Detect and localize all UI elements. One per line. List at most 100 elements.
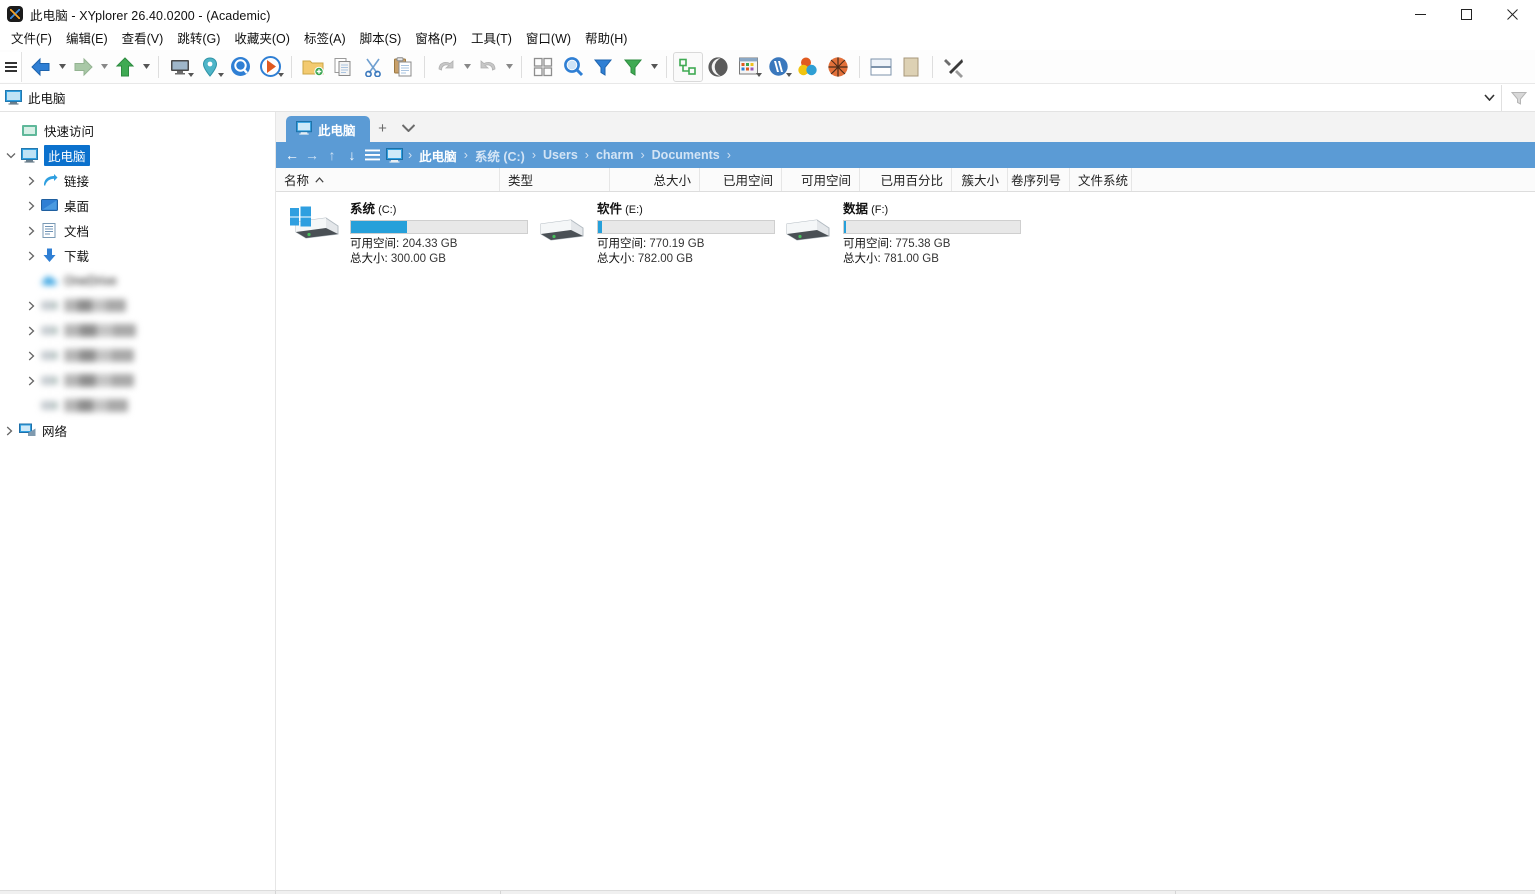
search-magnifier-icon[interactable] bbox=[225, 52, 255, 82]
drive-item[interactable]: 软件 (E:) 可用空间: 770.19 GB 总大小: 782.00 GB bbox=[533, 196, 775, 267]
column-header-9[interactable]: 文件系统 bbox=[1070, 168, 1132, 191]
breadcrumb-part-1[interactable]: 此电脑 bbox=[414, 144, 462, 167]
menu-help[interactable]: 帮助(H) bbox=[578, 28, 634, 50]
chevron-right-icon[interactable] bbox=[22, 368, 40, 393]
back-arrow-icon[interactable]: ← bbox=[282, 143, 302, 167]
tree-item-desktop[interactable]: 桌面 bbox=[0, 193, 275, 218]
column-header-4[interactable]: 已用空间 bbox=[700, 168, 782, 191]
dual-pane-icon[interactable] bbox=[866, 52, 896, 82]
tag-dropdown-caret-icon[interactable] bbox=[786, 66, 792, 80]
tree-item-redacted-2[interactable] bbox=[0, 318, 275, 343]
dark-mode-moon-icon[interactable] bbox=[703, 52, 733, 82]
forward-arrow-icon[interactable]: → bbox=[302, 143, 322, 167]
undo-icon[interactable] bbox=[431, 52, 461, 82]
forward-arrow-icon[interactable] bbox=[68, 52, 98, 82]
new-tab-button[interactable]: + bbox=[370, 114, 396, 142]
filter-funnel-icon[interactable] bbox=[1501, 84, 1535, 111]
tab-this-pc[interactable]: 此电脑 bbox=[286, 116, 370, 142]
chevron-down-icon[interactable] bbox=[1477, 85, 1501, 111]
chevron-right-icon[interactable] bbox=[0, 418, 18, 443]
menu-scripting[interactable]: 脚本(S) bbox=[353, 28, 409, 50]
tree-item-redacted-1[interactable] bbox=[0, 293, 275, 318]
chevron-right-icon[interactable] bbox=[22, 168, 40, 193]
undo-dropdown-caret-icon[interactable] bbox=[461, 52, 473, 82]
new-folder-icon[interactable] bbox=[298, 52, 328, 82]
chevron-right-icon[interactable] bbox=[22, 218, 40, 243]
color-filter-icon[interactable] bbox=[793, 52, 823, 82]
up-arrow-icon[interactable]: ↑ bbox=[322, 143, 342, 167]
monitor-dropdown-caret-icon[interactable] bbox=[188, 66, 194, 80]
folder-tree[interactable]: 快速访问 此电脑 链接 桌面 文档 下载 OneDrive 网络 bbox=[0, 112, 276, 890]
file-list[interactable]: 系统 (C:) 可用空间: 204.33 GB 总大小: 300.00 GB 软件 (… bbox=[276, 192, 1535, 890]
copy-icon[interactable] bbox=[328, 52, 358, 82]
menu-tools[interactable]: 工具(T) bbox=[464, 28, 519, 50]
close-icon[interactable] bbox=[1489, 0, 1535, 28]
cut-scissors-icon[interactable] bbox=[358, 52, 388, 82]
location-pin-icon[interactable] bbox=[195, 52, 225, 82]
goto-dropdown-caret-icon[interactable] bbox=[278, 66, 284, 80]
column-header-8[interactable]: 卷序列号 bbox=[1008, 168, 1070, 191]
chevron-down-icon[interactable] bbox=[396, 114, 422, 142]
menu-favorites[interactable]: 收藏夹(O) bbox=[227, 28, 297, 50]
column-header-7[interactable]: 簇大小 bbox=[952, 168, 1008, 191]
filter-blue-icon[interactable] bbox=[588, 52, 618, 82]
breadcrumb-part-3[interactable]: Users bbox=[538, 146, 583, 164]
hamburger-icon[interactable] bbox=[362, 143, 382, 167]
tree-item-quick-access[interactable]: 快速访问 bbox=[0, 118, 275, 143]
chevron-right-icon[interactable] bbox=[22, 318, 40, 343]
report-icon[interactable] bbox=[733, 52, 763, 82]
find-files-icon[interactable] bbox=[558, 52, 588, 82]
report-dropdown-caret-icon[interactable] bbox=[756, 66, 762, 80]
chevron-right-icon[interactable] bbox=[22, 193, 40, 218]
breadcrumb-part-4[interactable]: charm bbox=[591, 146, 639, 164]
tree-item-network[interactable]: 网络 bbox=[0, 418, 275, 443]
catalog-icon[interactable] bbox=[896, 52, 926, 82]
address-bar[interactable]: 此电脑 bbox=[0, 84, 1535, 112]
tree-item-documents[interactable]: 文档 bbox=[0, 218, 275, 243]
chevron-right-icon[interactable] bbox=[22, 293, 40, 318]
up-dropdown-caret-icon[interactable] bbox=[140, 52, 152, 82]
forward-dropdown-caret-icon[interactable] bbox=[98, 52, 110, 82]
column-header-6[interactable]: 已用百分比 bbox=[860, 168, 952, 191]
menu-file[interactable]: 文件(F) bbox=[4, 28, 59, 50]
column-header-2[interactable]: 类型 bbox=[500, 168, 610, 191]
paste-icon[interactable] bbox=[388, 52, 418, 82]
address-value[interactable]: 此电脑 bbox=[28, 88, 1477, 107]
up-arrow-icon[interactable] bbox=[110, 52, 140, 82]
tree-item-this-pc[interactable]: 此电脑 bbox=[0, 143, 275, 168]
breadcrumb-part-5[interactable]: Documents bbox=[647, 146, 725, 164]
column-header-5[interactable]: 可用空间 bbox=[782, 168, 860, 191]
basketball-icon[interactable] bbox=[823, 52, 853, 82]
minimize-icon[interactable] bbox=[1397, 0, 1443, 28]
menu-view[interactable]: 查看(V) bbox=[115, 28, 171, 50]
menu-tags[interactable]: 标签(A) bbox=[297, 28, 353, 50]
filter-green-icon[interactable] bbox=[618, 52, 648, 82]
chevron-down-icon[interactable] bbox=[2, 143, 20, 168]
menu-edit[interactable]: 编辑(E) bbox=[59, 28, 115, 50]
location-dropdown-caret-icon[interactable] bbox=[218, 66, 224, 80]
tree-link-icon[interactable] bbox=[673, 51, 703, 82]
monitor-icon[interactable] bbox=[165, 52, 195, 82]
back-arrow-icon[interactable] bbox=[26, 52, 56, 82]
redo-icon[interactable] bbox=[473, 52, 503, 82]
menu-panes[interactable]: 窗格(P) bbox=[408, 28, 464, 50]
back-dropdown-caret-icon[interactable] bbox=[56, 52, 68, 82]
tree-item-redacted-4[interactable] bbox=[0, 368, 275, 393]
maximize-icon[interactable] bbox=[1443, 0, 1489, 28]
tree-item-redacted-5[interactable] bbox=[0, 393, 275, 418]
menu-hamburger-icon[interactable] bbox=[0, 51, 22, 82]
tree-item-redacted-3[interactable] bbox=[0, 343, 275, 368]
configure-tools-icon[interactable] bbox=[939, 52, 969, 82]
column-header-3[interactable]: 总大小 bbox=[610, 168, 700, 191]
column-header-1[interactable]: 名称 bbox=[276, 168, 500, 191]
tree-item-downloads[interactable]: 下载 bbox=[0, 243, 275, 268]
tag-icon[interactable] bbox=[763, 52, 793, 82]
tree-item-links[interactable]: 链接 bbox=[0, 168, 275, 193]
redo-dropdown-caret-icon[interactable] bbox=[503, 52, 515, 82]
chevron-right-icon[interactable] bbox=[22, 343, 40, 368]
go-to-icon[interactable] bbox=[255, 52, 285, 82]
this-pc-icon[interactable] bbox=[382, 143, 406, 167]
drive-item[interactable]: 数据 (F:) 可用空间: 775.38 GB 总大小: 781.00 GB bbox=[779, 196, 1021, 267]
drive-item[interactable]: 系统 (C:) 可用空间: 204.33 GB 总大小: 300.00 GB bbox=[286, 196, 528, 267]
chevron-right-icon[interactable] bbox=[22, 243, 40, 268]
